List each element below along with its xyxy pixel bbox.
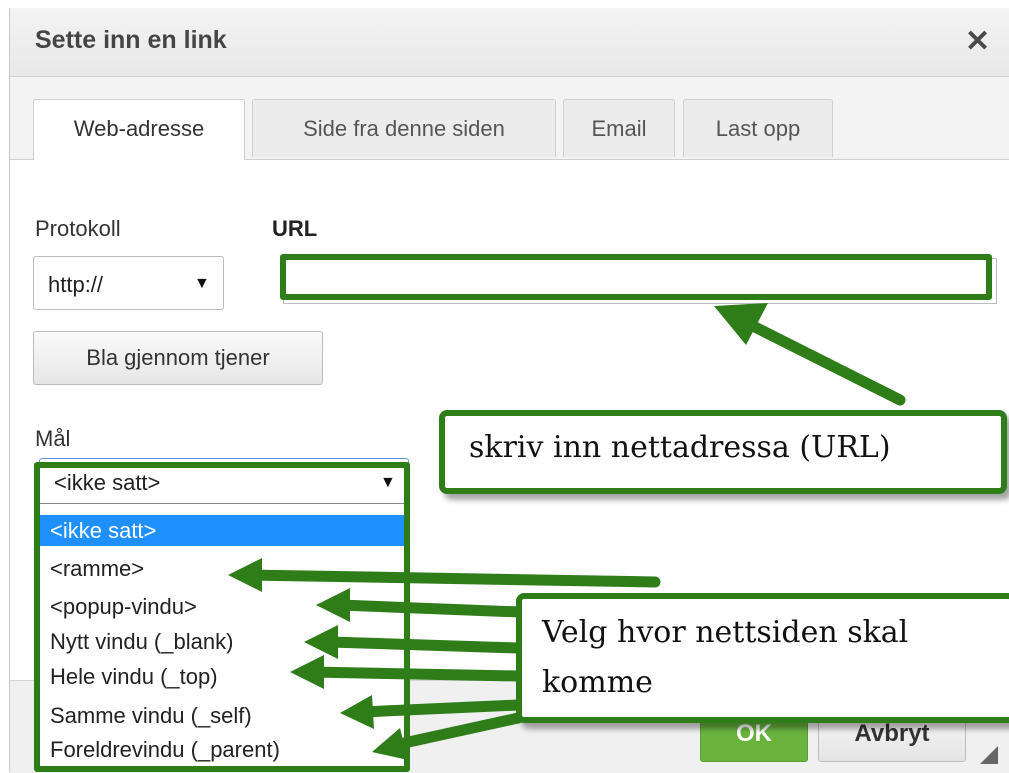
url-input[interactable] [283,258,997,304]
url-callout-text: skriv inn nettadressa (URL) [469,430,891,465]
protocol-select[interactable]: http:// ▼ [33,256,224,310]
target-option-ikke-satt[interactable]: <ikke satt> [40,515,407,546]
protocol-select-value: http:// [48,272,104,297]
url-label: URL [272,216,318,241]
protocol-label: Protokoll [35,216,121,241]
tab-side-fra-denne-siden[interactable]: Side fra denne siden [252,99,556,157]
dialog-title: Sette inn en link [35,26,227,54]
dialog-titlebar: Sette inn en link ✕ [10,8,1009,77]
target-label: Mål [35,426,71,451]
chevron-down-icon: ▼ [194,275,210,292]
close-icon[interactable]: ✕ [965,24,990,59]
target-callout-line2: komme [542,665,653,700]
target-callout: Velg hvor nettsiden skal komme [516,593,1009,723]
target-option-popup-vindu[interactable]: <popup-vindu> [40,591,407,622]
target-option-blank[interactable]: Nytt vindu (_blank) [40,626,407,657]
target-option-top[interactable]: Hele vindu (_top) [40,661,407,692]
target-option-ramme[interactable]: <ramme> [40,553,407,584]
target-select[interactable]: <ikke satt> ▼ [39,458,409,508]
tab-web-adresse[interactable]: Web-adresse [33,99,245,160]
target-option-parent[interactable]: Foreldrevindu (_parent) [40,734,407,765]
url-callout: skriv inn nettadressa (URL) [439,410,1007,494]
tab-email[interactable]: Email [563,99,675,157]
tab-last-opp[interactable]: Last opp [683,99,833,157]
resize-handle-icon[interactable] [980,746,998,764]
target-callout-line1: Velg hvor nettsiden skal [542,615,909,650]
target-select-value: <ikke satt> [54,470,161,495]
chevron-down-icon: ▼ [380,474,396,491]
browse-server-button[interactable]: Bla gjennom tjener [33,331,323,385]
tab-bar: Web-adresse Side fra denne siden Email L… [10,77,1009,160]
target-option-self[interactable]: Samme vindu (_self) [40,700,407,731]
target-dropdown-list: <ikke satt> <ramme> <popup-vindu> Nytt v… [39,503,408,767]
